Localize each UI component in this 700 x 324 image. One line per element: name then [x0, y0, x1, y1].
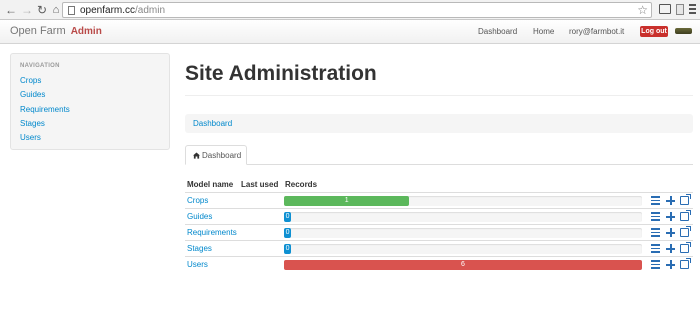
- table-row: Users 6: [185, 256, 693, 272]
- back-arrow-icon[interactable]: ←: [4, 3, 18, 17]
- records-progress-bar: 1: [284, 196, 410, 206]
- plus-icon[interactable]: [666, 196, 675, 205]
- column-header-last-used: Last used: [241, 180, 279, 189]
- sidebar-header: NAVIGATION: [20, 63, 60, 69]
- column-header-records: Records: [285, 180, 318, 189]
- model-link[interactable]: Requirements: [187, 228, 237, 237]
- page-title: Site Administration: [185, 62, 377, 85]
- list-icon[interactable]: [651, 260, 660, 269]
- farmbot-logo-icon: [675, 28, 692, 34]
- external-link-icon[interactable]: [680, 194, 691, 205]
- browser-toolbar: ← → ↻ ⌂ openfarm.cc/admin ☆: [0, 0, 700, 20]
- tabs-divider: [185, 164, 693, 165]
- table-row: Guides 0: [185, 208, 693, 224]
- records-progress-track: 0: [284, 228, 642, 238]
- sidebar-item-guides[interactable]: Guides: [20, 90, 45, 99]
- model-link[interactable]: Users: [187, 260, 208, 269]
- forward-arrow-icon[interactable]: →: [20, 3, 34, 17]
- model-link[interactable]: Stages: [187, 244, 212, 253]
- logout-button[interactable]: Log out: [640, 26, 668, 37]
- extension-icon[interactable]: [676, 4, 684, 15]
- table-row: Requirements 0: [185, 224, 693, 240]
- brand-name: Open Farm: [10, 25, 66, 37]
- home-button-icon[interactable]: ⌂: [49, 3, 63, 17]
- sidebar-item-users[interactable]: Users: [20, 133, 41, 142]
- home-icon: [193, 152, 200, 159]
- bookmark-star-icon[interactable]: ☆: [637, 3, 648, 17]
- url-text: openfarm.cc/admin: [80, 4, 165, 17]
- records-progress-bar: 0: [284, 244, 292, 254]
- sidebar-item-crops[interactable]: Crops: [20, 76, 41, 85]
- url-path: /admin: [135, 5, 166, 16]
- browser-menu-icon[interactable]: [689, 4, 696, 15]
- nav-link-dashboard[interactable]: Dashboard: [478, 27, 517, 36]
- records-progress-track: 0: [284, 212, 642, 222]
- plus-icon[interactable]: [666, 260, 675, 269]
- plus-icon[interactable]: [666, 244, 675, 253]
- records-progress-bar: 6: [284, 260, 642, 270]
- list-icon[interactable]: [651, 244, 660, 253]
- sidebar: NAVIGATION Crops Guides Requirements Sta…: [10, 53, 170, 150]
- plus-icon[interactable]: [666, 228, 675, 237]
- external-link-icon[interactable]: [680, 242, 691, 253]
- cast-icon[interactable]: [659, 4, 671, 14]
- sidebar-item-requirements[interactable]: Requirements: [20, 105, 70, 114]
- column-header-model-name: Model name: [187, 180, 234, 189]
- url-host: openfarm.cc: [80, 5, 136, 16]
- records-progress-track: 0: [284, 244, 642, 254]
- list-icon[interactable]: [651, 196, 660, 205]
- records-progress-track: 1: [284, 196, 642, 206]
- list-icon[interactable]: [651, 228, 660, 237]
- breadcrumb-dashboard[interactable]: Dashboard: [193, 119, 232, 128]
- table-row: Stages 0: [185, 240, 693, 256]
- list-icon[interactable]: [651, 212, 660, 221]
- tab-dashboard-label: Dashboard: [202, 151, 242, 160]
- brand[interactable]: Open Farm Admin: [10, 25, 102, 37]
- external-link-icon[interactable]: [680, 226, 691, 237]
- model-link[interactable]: Crops: [187, 196, 208, 205]
- records-progress-bar: 0: [284, 212, 292, 222]
- plus-icon[interactable]: [666, 212, 675, 221]
- sidebar-item-stages[interactable]: Stages: [20, 119, 45, 128]
- breadcrumb: Dashboard: [185, 114, 693, 133]
- nav-link-user-email[interactable]: rory@farmbot.it: [569, 27, 624, 36]
- address-bar[interactable]: openfarm.cc/admin ☆: [62, 2, 652, 18]
- title-divider: [185, 95, 693, 96]
- nav-link-home[interactable]: Home: [533, 27, 554, 36]
- reload-icon[interactable]: ↻: [35, 3, 49, 17]
- external-link-icon[interactable]: [680, 210, 691, 221]
- page-icon: [68, 6, 75, 15]
- app-navbar: Open Farm Admin Dashboard Home rory@farm…: [0, 20, 700, 44]
- model-link[interactable]: Guides: [187, 212, 212, 221]
- table-row: Crops 1: [185, 192, 693, 208]
- records-progress-bar: 0: [284, 228, 292, 238]
- tab-dashboard[interactable]: Dashboard: [185, 145, 247, 165]
- brand-admin-label: Admin: [70, 26, 102, 37]
- external-link-icon[interactable]: [680, 258, 691, 269]
- records-progress-track: 6: [284, 260, 642, 270]
